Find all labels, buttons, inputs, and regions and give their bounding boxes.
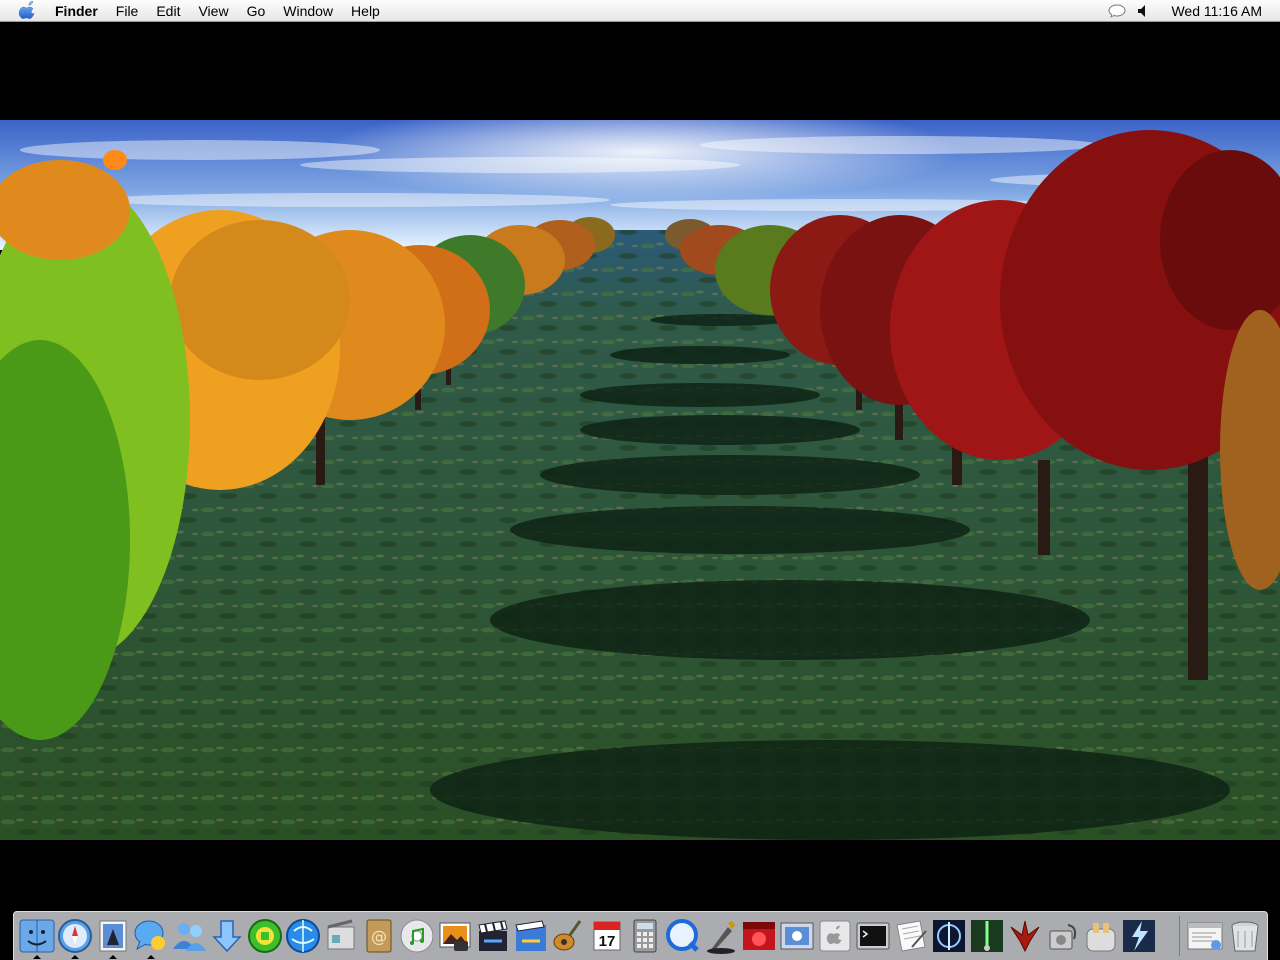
safari-compass-icon[interactable] <box>56 917 94 959</box>
ichat-bubble-icon[interactable] <box>132 917 170 959</box>
menu-help[interactable]: Help <box>342 0 389 22</box>
menu-clock[interactable]: Wed 11:16 AM <box>1159 0 1280 22</box>
system-prefs-icon[interactable] <box>322 917 360 955</box>
calculator-icon[interactable] <box>626 917 664 955</box>
speaker-volume-icon[interactable] <box>1133 0 1153 22</box>
text-edit-icon[interactable] <box>892 917 930 955</box>
dock: @ 17 <box>13 911 1268 960</box>
trash-icon[interactable] <box>1226 917 1264 955</box>
script-editor-icon[interactable] <box>702 917 740 955</box>
apple-logo-icon[interactable] <box>18 0 38 21</box>
dock-separator <box>1179 916 1180 956</box>
download-arrow-icon[interactable] <box>208 917 246 955</box>
ical-day-number: 17 <box>599 933 616 950</box>
iphoto-icon[interactable] <box>436 917 474 955</box>
speech-bubble-icon[interactable] <box>1107 0 1127 22</box>
quicktime-icon[interactable] <box>664 917 702 955</box>
menu-window[interactable]: Window <box>274 0 342 22</box>
red-game-icon[interactable] <box>740 917 778 955</box>
running-indicator <box>33 955 41 959</box>
lightning-game-icon[interactable] <box>1120 917 1158 955</box>
green-circle-app-icon[interactable] <box>246 917 284 955</box>
mail-stamp-icon[interactable] <box>94 917 132 959</box>
minimized-window-icon[interactable] <box>1186 917 1224 955</box>
toaster-icon[interactable] <box>1082 917 1120 955</box>
menu-view[interactable]: View <box>189 0 237 22</box>
menu-file[interactable]: File <box>107 0 148 22</box>
apple-app-icon[interactable] <box>816 917 854 955</box>
address-book-icon[interactable]: @ <box>360 917 398 955</box>
preview-photos-icon[interactable] <box>778 917 816 955</box>
itunes-cd-icon[interactable] <box>398 917 436 955</box>
menu-edit[interactable]: Edit <box>147 0 189 22</box>
address-book-people-icon[interactable] <box>170 917 208 955</box>
running-indicator <box>109 955 117 959</box>
disk-utility-icon[interactable] <box>1044 917 1082 955</box>
running-indicator <box>147 955 155 959</box>
quake-icon[interactable] <box>1006 917 1044 955</box>
jedi-game-icon[interactable] <box>930 917 968 955</box>
terminal-icon[interactable] <box>854 917 892 955</box>
blue-globe-icon[interactable] <box>284 917 322 955</box>
menu-go[interactable]: Go <box>238 0 275 22</box>
idvd-icon[interactable] <box>512 917 550 955</box>
ical-calendar-icon[interactable]: 17 <box>588 917 626 955</box>
menu-bar: Finder File Edit View Go Window Help Wed… <box>0 0 1280 22</box>
finder-icon[interactable] <box>18 917 56 959</box>
imovie-clapper-icon[interactable] <box>474 917 512 955</box>
garageband-guitar-icon[interactable] <box>550 917 588 955</box>
running-indicator <box>71 955 79 959</box>
svg-text:@: @ <box>371 927 387 946</box>
menu-app-finder[interactable]: Finder <box>46 0 107 22</box>
desktop-wallpaper <box>0 120 1280 840</box>
saber-game-icon[interactable] <box>968 917 1006 955</box>
